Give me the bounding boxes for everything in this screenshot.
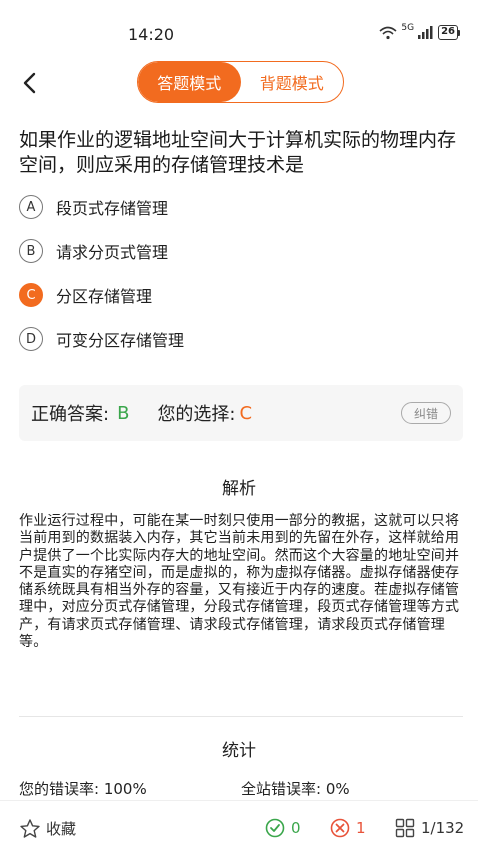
star-icon (20, 819, 40, 838)
option-d[interactable]: D 可变分区存储管理 (19, 326, 184, 352)
option-b[interactable]: B 请求分页式管理 (19, 238, 168, 264)
report-error-button[interactable]: 纠错 (401, 402, 451, 424)
option-badge: A (19, 195, 43, 219)
option-badge: B (19, 239, 43, 263)
wifi-icon (379, 26, 397, 40)
header: 答题模式 背题模式 (0, 58, 478, 108)
back-arrow-icon (23, 72, 36, 94)
wrong-count-value: 1 (356, 819, 366, 837)
question-progress[interactable]: 1/132 (395, 818, 464, 838)
status-icons: 5G 26 (379, 22, 460, 40)
status-time: 14:20 (128, 25, 175, 44)
my-error-rate: 您的错误率: 100% (19, 780, 147, 798)
back-button[interactable] (14, 68, 44, 98)
question-text: 如果作业的逻辑地址空间大于计算机实际的物理内存空间，则应采用的存储管理技术是 (19, 129, 457, 176)
correct-answer-label: 正确答案: (31, 404, 110, 425)
cross-circle-icon (330, 818, 350, 838)
favorite-label: 收藏 (46, 820, 77, 838)
correct-count[interactable]: 0 (265, 818, 301, 838)
correct-count-value: 0 (291, 819, 301, 837)
analysis-title: 解析 (222, 479, 256, 499)
divider (19, 716, 463, 717)
wrong-count[interactable]: 1 (330, 818, 366, 838)
option-badge-selected: C (19, 283, 43, 307)
favorite-button[interactable]: 收藏 (20, 818, 76, 839)
progress-value: 1/132 (421, 819, 465, 837)
battery-icon: 26 (438, 25, 460, 40)
network-label: 5G (401, 22, 415, 33)
tab-answer-mode[interactable]: 答题模式 (138, 62, 241, 102)
battery-level: 26 (438, 25, 458, 40)
signal-icon (418, 26, 434, 39)
option-text: 可变分区存储管理 (56, 331, 185, 350)
analysis-text: 作业运行过程中，可能在某一时刻只使用一部分的教据，这就可以只将当前用到的数据装入… (19, 513, 460, 651)
your-choice-label: 您的选择: (157, 404, 236, 425)
option-text: 分区存储管理 (56, 287, 153, 306)
statistics-title: 统计 (222, 741, 256, 761)
bottom-bar: 收藏 0 1 1/132 (0, 800, 478, 850)
correct-answer-value: B (117, 402, 130, 424)
option-text: 请求分页式管理 (56, 243, 169, 262)
mode-switch: 答题模式 背题模式 (137, 61, 344, 103)
option-badge: D (19, 327, 43, 351)
option-text: 段页式存储管理 (56, 199, 169, 218)
your-choice-value: C (239, 402, 253, 424)
check-circle-icon (265, 818, 285, 838)
site-error-rate: 全站错误率: 0% (241, 780, 350, 798)
tab-study-mode[interactable]: 背题模式 (241, 62, 344, 102)
answer-box: 正确答案: B 您的选择: C 纠错 (19, 385, 463, 441)
status-bar: 14:20 5G 26 (0, 0, 478, 52)
option-c[interactable]: C 分区存储管理 (19, 282, 152, 308)
grid-icon (395, 818, 415, 838)
option-a[interactable]: A 段页式存储管理 (19, 194, 168, 220)
